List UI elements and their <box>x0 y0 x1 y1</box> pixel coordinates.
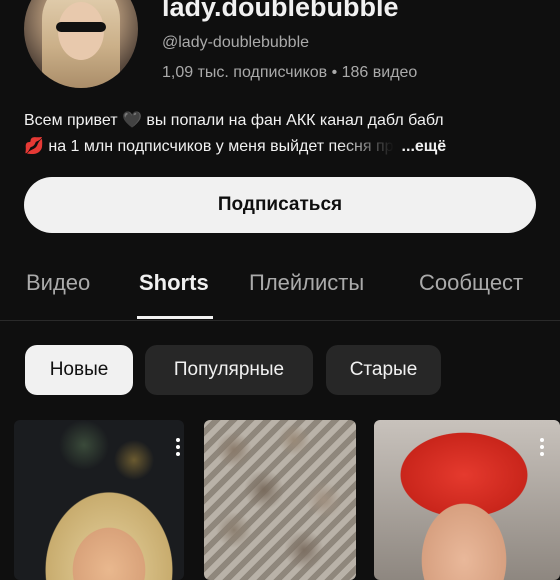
chip-popular[interactable]: Популярные <box>145 345 313 395</box>
tab-videos[interactable]: Видео <box>26 270 90 296</box>
chip-oldest[interactable]: Старые <box>326 345 441 395</box>
channel-handle: @lady-doublebubble <box>162 34 310 51</box>
tab-community[interactable]: Сообщест <box>419 270 523 296</box>
tab-shorts[interactable]: Shorts <box>139 270 209 296</box>
channel-description[interactable]: Всем привет 🖤 вы попали на фан АКК канал… <box>24 108 536 160</box>
channel-avatar[interactable] <box>24 0 138 88</box>
chip-newest[interactable]: Новые <box>25 345 133 395</box>
short-thumbnail[interactable] <box>204 420 356 580</box>
avatar-sunglasses <box>56 22 106 32</box>
more-vert-icon[interactable] <box>176 438 180 456</box>
active-tab-indicator <box>137 316 213 319</box>
subscribe-button[interactable]: Подписаться <box>24 177 536 233</box>
short-thumbnail[interactable] <box>14 420 184 580</box>
channel-tabs: Видео Shorts Плейлисты Сообщест <box>0 250 560 321</box>
short-thumbnail[interactable] <box>374 420 560 580</box>
tab-playlists[interactable]: Плейлисты <box>249 270 364 296</box>
more-link[interactable]: ...ещё <box>402 134 447 160</box>
channel-stats: 1,09 тыс. подписчиков • 186 видео <box>162 64 418 81</box>
more-vert-icon[interactable] <box>540 438 544 456</box>
description-line-2-text: 💋 на 1 млн подписчиков у меня выйдет пес… <box>24 138 394 155</box>
description-line-1: Всем привет 🖤 вы попали на фан АКК канал… <box>24 112 444 129</box>
channel-name: lady.doublebubble <box>162 0 399 22</box>
description-line-2: 💋 на 1 млн подписчиков у меня выйдет пес… <box>24 134 536 160</box>
